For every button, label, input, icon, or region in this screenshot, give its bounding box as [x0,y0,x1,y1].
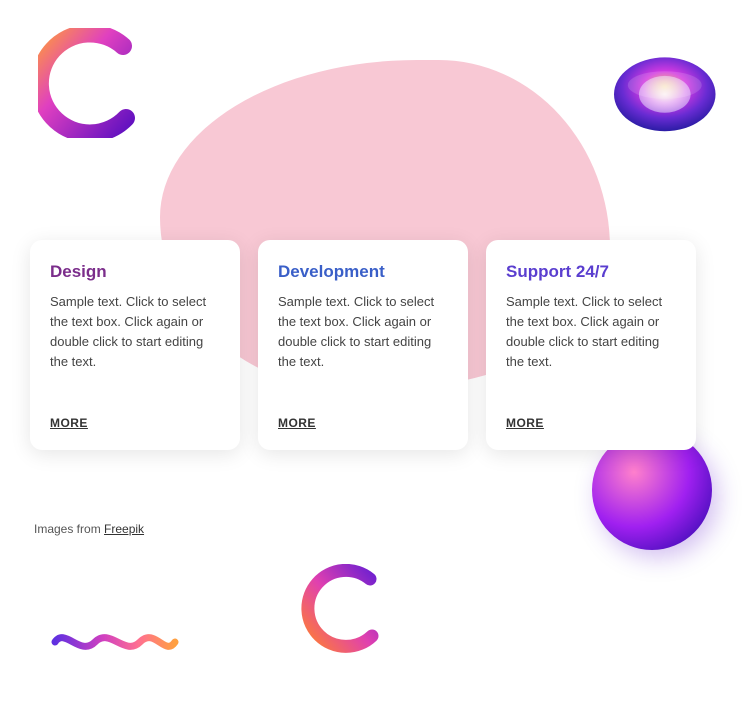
bottom-center-arc-shape [300,564,390,654]
card-support-link[interactable]: MORE [506,416,676,430]
cards-container: Design Sample text. Click to select the … [30,240,696,450]
card-design-text[interactable]: Sample text. Click to select the text bo… [50,292,220,402]
card-support-title: Support 24/7 [506,262,676,282]
card-support-text[interactable]: Sample text. Click to select the text bo… [506,292,676,402]
bottom-left-squiggle-shape [50,622,180,662]
card-development-title: Development [278,262,448,282]
page-scene: Design Sample text. Click to select the … [0,0,750,714]
footer-freepik-link[interactable]: Freepik [104,522,144,536]
card-design-link[interactable]: MORE [50,416,220,430]
card-development-link[interactable]: MORE [278,416,448,430]
card-support: Support 24/7 Sample text. Click to selec… [486,240,696,450]
card-development-text[interactable]: Sample text. Click to select the text bo… [278,292,448,402]
top-left-arc-shape [38,28,148,138]
footer: Images from Freepik [34,522,144,536]
card-design-title: Design [50,262,220,282]
card-development: Development Sample text. Click to select… [258,240,468,450]
footer-prefix-text: Images from [34,522,104,536]
top-right-torus-shape [602,50,722,140]
card-design: Design Sample text. Click to select the … [30,240,240,450]
